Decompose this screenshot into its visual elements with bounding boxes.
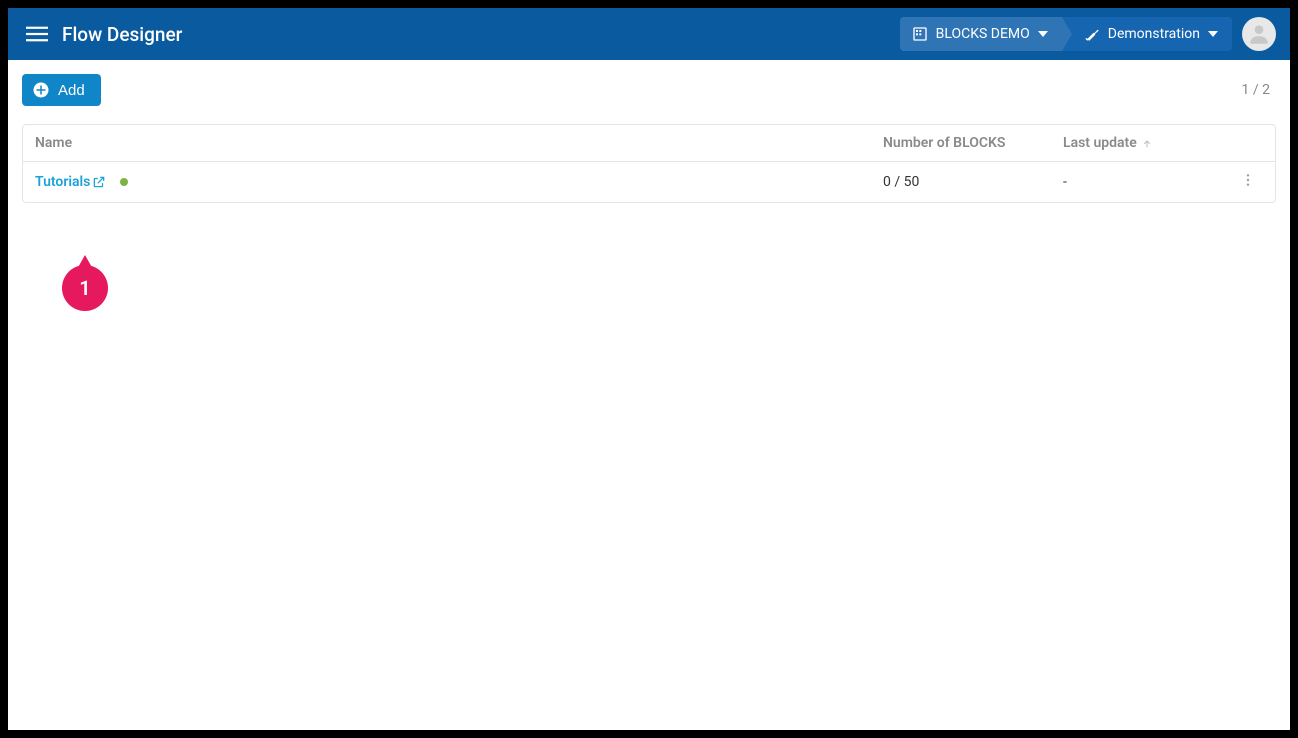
add-button-label: Add bbox=[58, 82, 85, 99]
breadcrumb-project-label: Demonstration bbox=[1108, 26, 1200, 42]
caret-down-icon bbox=[1038, 29, 1048, 39]
caret-down-icon bbox=[1208, 29, 1218, 39]
breadcrumb-org[interactable]: BLOCKS DEMO bbox=[900, 17, 1062, 51]
app-title: Flow Designer bbox=[62, 23, 182, 46]
breadcrumb: BLOCKS DEMO Demonstration bbox=[900, 17, 1232, 51]
wrench-icon bbox=[1084, 26, 1100, 42]
open-external-icon bbox=[92, 175, 106, 189]
flow-name: Tutorials bbox=[35, 174, 90, 190]
toolbar-row: Add 1 / 2 bbox=[22, 74, 1276, 106]
col-header-update[interactable]: Last update bbox=[1063, 135, 1233, 151]
topbar: Flow Designer BLOCKS DEMO Demonstration bbox=[8, 8, 1290, 60]
col-header-update-label: Last update bbox=[1063, 135, 1137, 151]
cell-blocks: 0 / 50 bbox=[883, 174, 1063, 190]
status-dot bbox=[120, 178, 128, 186]
sort-down-icon bbox=[1141, 137, 1153, 149]
avatar[interactable] bbox=[1242, 17, 1276, 51]
col-header-name[interactable]: Name bbox=[35, 135, 883, 151]
app-frame: Flow Designer BLOCKS DEMO Demonstration bbox=[8, 8, 1290, 730]
breadcrumb-project[interactable]: Demonstration bbox=[1062, 17, 1232, 51]
plus-circle-icon bbox=[32, 81, 50, 99]
add-button[interactable]: Add bbox=[22, 74, 101, 106]
page-indicator: 1 / 2 bbox=[1242, 82, 1276, 98]
flow-table: Name Number of BLOCKS Last update Tutori… bbox=[22, 124, 1276, 203]
breadcrumb-org-label: BLOCKS DEMO bbox=[936, 26, 1030, 42]
row-actions-icon[interactable] bbox=[1233, 172, 1263, 188]
content-area: Add 1 / 2 Name Number of BLOCKS Last upd… bbox=[8, 60, 1290, 730]
table-header: Name Number of BLOCKS Last update bbox=[23, 125, 1275, 162]
col-header-blocks[interactable]: Number of BLOCKS bbox=[883, 135, 1063, 151]
cell-update: - bbox=[1063, 174, 1233, 190]
callout-marker: 1 bbox=[62, 255, 108, 311]
flow-link[interactable]: Tutorials bbox=[35, 174, 106, 190]
org-icon bbox=[912, 26, 928, 42]
menu-icon[interactable] bbox=[22, 19, 52, 49]
table-row: Tutorials 0 / 50 - bbox=[23, 162, 1275, 202]
callout-label: 1 bbox=[79, 276, 90, 300]
